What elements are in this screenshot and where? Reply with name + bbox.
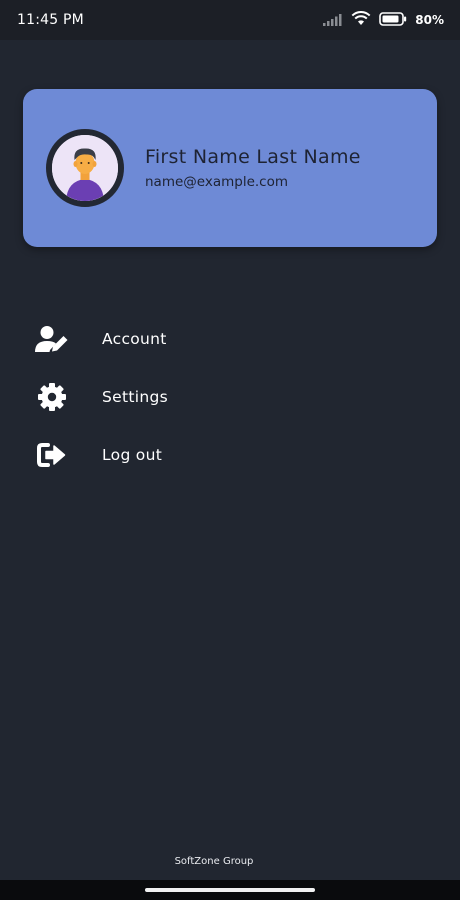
status-bar: 11:45 PM 80% — [0, 0, 460, 40]
home-indicator[interactable] — [145, 888, 315, 892]
menu-label-account: Account — [102, 330, 167, 348]
signal-icon — [323, 11, 343, 30]
battery-icon — [379, 11, 407, 30]
user-edit-icon — [34, 321, 70, 357]
menu-label-settings: Settings — [102, 388, 168, 406]
menu-item-logout[interactable]: Log out — [0, 426, 460, 484]
menu-label-logout: Log out — [102, 446, 163, 464]
wifi-icon — [351, 10, 371, 30]
menu-item-account[interactable]: Account — [0, 310, 460, 368]
logout-icon — [34, 437, 70, 473]
profile-text: First Name Last Name name@example.com — [145, 146, 361, 190]
user-avatar-icon — [46, 129, 124, 207]
drawer-menu: Account Settings Log out — [0, 310, 460, 484]
status-time: 11:45 PM — [17, 12, 84, 28]
profile-name: First Name Last Name — [145, 146, 361, 168]
gear-icon — [34, 379, 70, 415]
battery-percent: 80% — [415, 13, 444, 27]
system-nav-bar — [0, 880, 460, 900]
status-icons: 80% — [323, 10, 444, 30]
footer-company: SoftZone Group — [174, 856, 254, 867]
profile-email: name@example.com — [145, 174, 289, 190]
profile-card[interactable]: First Name Last Name name@example.com — [23, 89, 437, 247]
menu-item-settings[interactable]: Settings — [0, 368, 460, 426]
